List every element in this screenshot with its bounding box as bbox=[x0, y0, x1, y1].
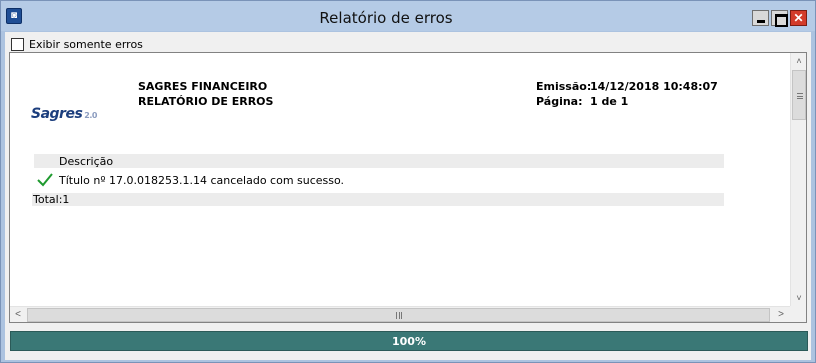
vertical-scrollbar[interactable]: ˄ ˅ bbox=[790, 53, 806, 306]
title-bar[interactable]: ◙ Relatório de erros ✕ bbox=[1, 1, 815, 31]
report-row-text: Título nº 17.0.018253.1.14 cancelado com… bbox=[59, 174, 345, 187]
grip-icon bbox=[797, 93, 803, 99]
vertical-scroll-thumb[interactable] bbox=[792, 70, 806, 120]
scroll-down-arrow-icon[interactable]: ˅ bbox=[791, 290, 807, 306]
description-header-label: Descrição bbox=[59, 155, 114, 168]
issued-value: 14/12/2018 10:48:07 bbox=[590, 80, 718, 93]
progress-bar: 100% bbox=[10, 331, 808, 351]
window-title: Relatório de erros bbox=[319, 9, 453, 27]
report-preview: Sagres 2.0 SAGRES FINANCEIRO RELATÓRIO DE… bbox=[9, 52, 807, 323]
show-errors-only-label: Exibir somente erros bbox=[29, 37, 143, 51]
sagres-logo: Sagres 2.0 bbox=[31, 106, 97, 122]
grip-icon bbox=[396, 312, 402, 319]
progress-label: 100% bbox=[392, 335, 426, 348]
report-title: RELATÓRIO DE ERROS bbox=[138, 95, 274, 108]
company-name: SAGRES FINANCEIRO bbox=[138, 80, 268, 93]
horizontal-scrollbar[interactable]: < > bbox=[10, 306, 790, 322]
scroll-right-arrow-icon[interactable]: > bbox=[773, 307, 789, 323]
success-check-icon bbox=[37, 173, 53, 187]
total-label: Total:1 bbox=[33, 193, 70, 206]
total-row: Total:1 bbox=[32, 193, 724, 206]
client-area: Exibir somente erros Sagres 2.0 SAGRES FI… bbox=[5, 32, 811, 360]
scroll-left-arrow-icon[interactable]: < bbox=[10, 307, 26, 323]
report-window: ◙ Relatório de erros ✕ Exibir somente er… bbox=[0, 0, 816, 363]
issued-label: Emissão: bbox=[536, 80, 592, 93]
show-errors-only-option[interactable]: Exibir somente erros bbox=[11, 37, 143, 51]
scroll-up-arrow-icon[interactable]: ˄ bbox=[791, 53, 807, 69]
scrollbar-corner bbox=[790, 306, 806, 322]
page-value: 1 de 1 bbox=[590, 95, 629, 108]
show-errors-only-checkbox[interactable] bbox=[11, 37, 24, 51]
report-page: Sagres 2.0 SAGRES FINANCEIRO RELATÓRIO DE… bbox=[10, 53, 790, 306]
maximize-button[interactable] bbox=[771, 10, 788, 27]
horizontal-scroll-thumb[interactable] bbox=[27, 308, 770, 322]
description-column-header: Descrição bbox=[34, 154, 724, 168]
page-label: Página: bbox=[536, 95, 583, 108]
close-button[interactable]: ✕ bbox=[790, 10, 807, 26]
minimize-button[interactable] bbox=[752, 10, 769, 26]
